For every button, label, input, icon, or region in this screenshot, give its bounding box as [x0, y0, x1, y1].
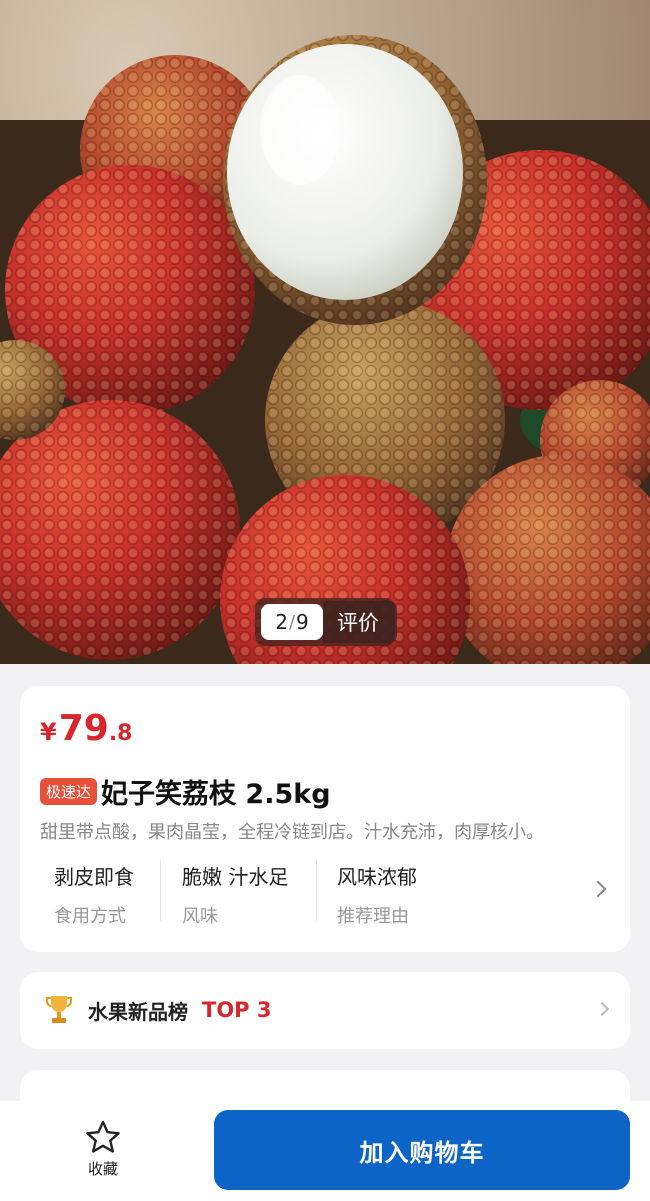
attribute-value: 风味浓郁: [337, 865, 417, 889]
attribute-value: 脆嫩 汁水足: [182, 865, 289, 889]
product-price: ¥ 79 .8: [40, 708, 132, 749]
price-symbol: ¥: [40, 718, 57, 746]
product-attributes[interactable]: 剥皮即食 食用方式 脆嫩 汁水足 风味 风味浓郁 推荐理由: [40, 855, 620, 927]
express-badge: 极速达: [40, 778, 98, 805]
attribute-reason: 风味浓郁 推荐理由: [337, 855, 417, 927]
chevron-right-icon[interactable]: [589, 880, 607, 898]
ranking-position: TOP 3: [202, 998, 272, 1022]
image-pager-content[interactable]: 2 / 9 评价: [258, 601, 397, 643]
attribute-key: 风味: [182, 906, 218, 927]
star-icon: [86, 1120, 120, 1153]
price-integer: 79: [58, 708, 109, 749]
attribute-divider: [316, 859, 317, 921]
pager-counter: 2 / 9: [261, 604, 323, 640]
pager-separator: /: [288, 611, 296, 633]
lychee-photo: [0, 35, 650, 664]
add-to-cart-button[interactable]: 加入购物车: [214, 1110, 630, 1190]
attribute-key: 食用方式: [54, 906, 126, 927]
attribute-key: 推荐理由: [337, 906, 409, 927]
price-decimal: .8: [108, 721, 133, 746]
reviews-link[interactable]: 评价: [323, 601, 397, 643]
attribute-flavor: 脆嫩 汁水足 风味: [182, 855, 289, 927]
favorite-label: 收藏: [87, 1160, 118, 1178]
pager-total: 9: [296, 610, 309, 634]
product-description: 甜里带点酸，果肉晶莹，全程冷链到店。汁水充沛，肉厚核小。: [40, 822, 544, 843]
product-image[interactable]: 2 / 9 评价: [0, 0, 650, 664]
ranking-row[interactable]: 水果新品榜 TOP 3: [46, 994, 272, 1026]
title-row: 极速达 妃子笑荔枝 2.5kg: [40, 772, 331, 811]
attribute-divider: [160, 859, 161, 921]
trophy-icon: [46, 996, 72, 1023]
attribute-eating-method: 剥皮即食 食用方式: [54, 855, 134, 927]
favorite-button[interactable]: 收藏: [70, 1120, 136, 1184]
pager-current: 2: [275, 610, 288, 634]
product-title: 妃子笑荔枝 2.5kg: [101, 779, 331, 810]
ranking-label: 水果新品榜: [88, 999, 188, 1024]
attribute-value: 剥皮即食: [54, 865, 134, 889]
